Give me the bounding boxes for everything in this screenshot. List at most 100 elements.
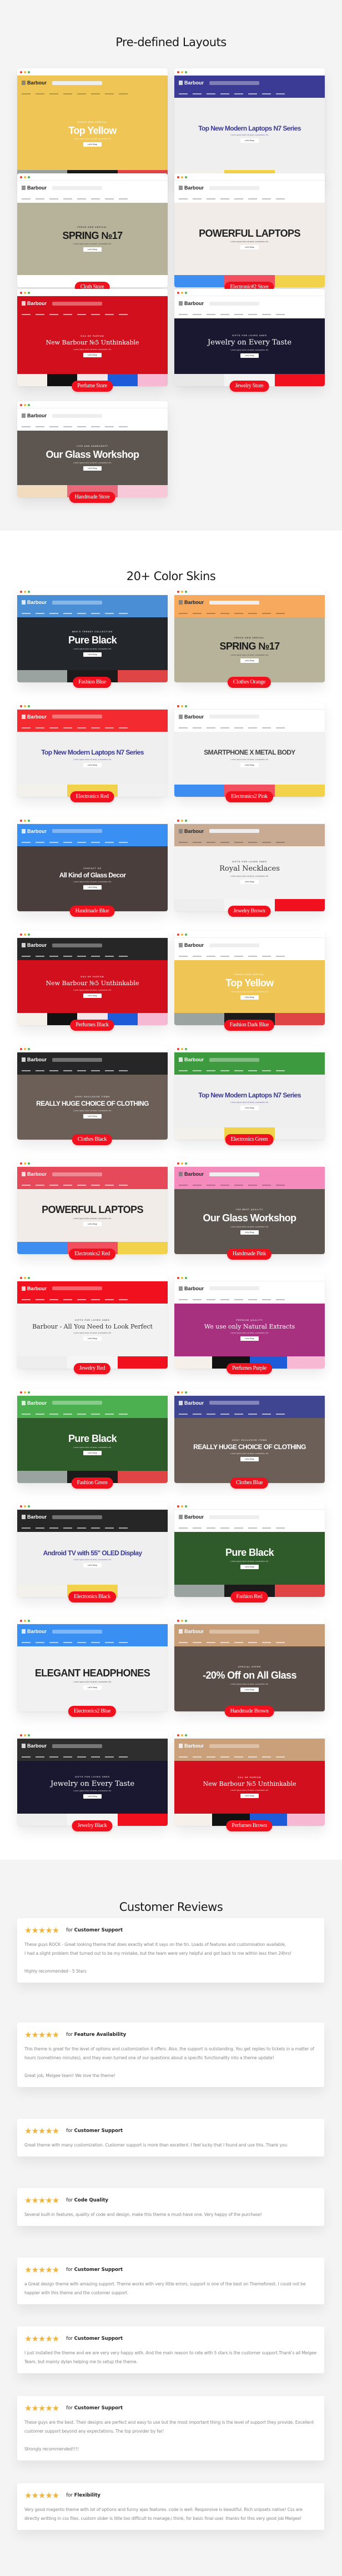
demo-card-jewelry-black[interactable]: Gifts for loved ones Jewelry on Every Ta…: [17, 1731, 168, 1831]
demo-card-main-demo[interactable]: Fresh new arrival Top Yellow Lorem ipsum…: [17, 68, 168, 188]
demo-label-button[interactable]: Electronics Black: [68, 1591, 116, 1603]
demo-label-button[interactable]: Fashion Blue: [73, 677, 112, 688]
demo-card-electronic-2-store[interactable]: POWERFUL LAPTOPS Lorem ipsum dolor sit a…: [174, 173, 325, 293]
demo-label-button[interactable]: Electronics Green: [225, 1134, 274, 1146]
demo-card-clothes-black[interactable]: 2000+ exclusive items REALLY HUGE CHOICE…: [17, 1045, 168, 1146]
demo-label-button[interactable]: Clothes Blue: [230, 1477, 269, 1489]
section-title-skins: 20+ Color Skins: [126, 570, 216, 583]
site-logo: Barbour: [22, 1743, 47, 1749]
demo-label-button[interactable]: Fashion Red: [230, 1591, 268, 1603]
brand-name: Barbour: [27, 1743, 47, 1749]
review-header: ★★★★★ for Customer Support: [24, 2333, 317, 2345]
window-minimize-dot-icon: [181, 71, 183, 73]
site-nav: [174, 1639, 325, 1647]
demo-card-handmade-blue[interactable]: Contact us All Kind of Glass Decor Lorem…: [17, 816, 168, 917]
demo-card-jewelry-red[interactable]: Gifts for loved ones Barbour - All You N…: [17, 1274, 168, 1374]
site-logo: Barbour: [22, 1514, 47, 1520]
demo-label-button[interactable]: Perfume Store: [72, 381, 113, 392]
browser-chrome: [174, 702, 325, 710]
demo-card-fashion-red[interactable]: Pure Black Lorem ipsum dolor sit amet, c…: [174, 1502, 325, 1603]
hero-shop-button: Let's Shop: [83, 885, 102, 890]
hero-headline: SPRING №17: [62, 229, 123, 241]
demo-card-handmade-pink[interactable]: The best quality Our Glass Workshop Lore…: [174, 1160, 325, 1260]
demo-label-button[interactable]: Fashion Dark Blue: [224, 1020, 275, 1031]
site-header: Barbour: [17, 408, 168, 423]
demo-card-electronics2-pink[interactable]: SMARTPHONE X METAL BODY Lorem ipsum dolo…: [174, 702, 325, 802]
demo-label-button[interactable]: Handmade Pink: [227, 1249, 272, 1260]
search-bar: [52, 186, 103, 190]
demo-card-jewelry-store[interactable]: Gifts for loved ones Jewelry on Every Ta…: [174, 289, 325, 392]
demo-label-button[interactable]: Jewelry Store: [229, 381, 269, 392]
demo-screenshot: ELEGANT HEADPHONES Lorem ipsum dolor sit…: [17, 1624, 168, 1712]
browser-chrome: [174, 68, 325, 76]
brand-name: Barbour: [184, 600, 204, 605]
review-header: ★★★★★ for Customer Support: [24, 2402, 317, 2414]
hero-kicker: Fresh new arrival: [77, 226, 108, 228]
demo-card-fashion-dark-blue[interactable]: Fresh new arrival Top Yellow Lorem ipsum…: [174, 931, 325, 1031]
demo-card-electronics2-red[interactable]: POWERFUL LAPTOPS Lorem ipsum dolor sit a…: [17, 1160, 168, 1260]
demo-label-button[interactable]: Jewelry Black: [72, 1820, 113, 1831]
demo-card-handmade-store[interactable]: Live and handcraft Our Glass Workshop Lo…: [17, 401, 168, 503]
site-logo: Barbour: [179, 1743, 204, 1749]
demo-screenshot: Top New Modern Laptops N7 Series Lorem i…: [174, 1052, 325, 1140]
window-maximize-dot-icon: [185, 1734, 187, 1736]
search-bar: [209, 1515, 260, 1519]
demo-card-electronics-black[interactable]: Android TV with 55" OLED Display Lorem i…: [17, 1502, 168, 1603]
demo-card-electronic-store[interactable]: Top New Modern Laptops N7 Series Lorem i…: [174, 68, 325, 188]
demo-label-button[interactable]: Electronics2 Pink: [225, 791, 273, 802]
demo-label-button[interactable]: Perfumes Purple: [227, 1362, 272, 1374]
logo-icon: [179, 81, 183, 85]
hero-headline: Pure Black: [68, 1432, 117, 1444]
demo-card-cloth-store[interactable]: Fresh new arrival SPRING №17 Lorem ipsum…: [17, 173, 168, 293]
window-minimize-dot-icon: [181, 1734, 183, 1736]
demo-card-perfumes-black[interactable]: Eau de parfum New Barbour №5 Unthinkable…: [17, 931, 168, 1031]
brand-name: Barbour: [27, 600, 47, 605]
brand-name: Barbour: [184, 185, 204, 191]
demo-label-button[interactable]: Fashion Green: [71, 1477, 113, 1489]
window-maximize-dot-icon: [185, 292, 187, 294]
demo-screenshot: Men's trendy collection Pure Black Lorem…: [17, 595, 168, 682]
hero-subtext: Lorem ipsum dolor sit amet, consectetur …: [230, 875, 269, 877]
demo-label-button[interactable]: Jewelry Red: [73, 1362, 111, 1374]
demo-screenshot: 2000+ exclusive items REALLY HUGE CHOICE…: [17, 1052, 168, 1140]
demo-card-clothes-orange[interactable]: Fresh new arrival SPRING №17 Lorem ipsum…: [174, 588, 325, 688]
demo-label-button[interactable]: Electronics2 Red: [69, 1249, 115, 1260]
demo-card-jewelry-brown[interactable]: Gifts for loved ones Royal Necklaces Lor…: [174, 816, 325, 917]
demo-label-button[interactable]: Clothes Orange: [227, 677, 271, 688]
site-logo: Barbour: [179, 1514, 204, 1520]
demo-label-button[interactable]: Clothes Black: [72, 1134, 113, 1146]
hero-subtext: Lorem ipsum dolor sit amet, consectetur …: [73, 348, 112, 351]
site-header: Barbour: [174, 1167, 325, 1181]
demo-card-perfume-store[interactable]: Eau de parfum New Barbour №5 Unthinkable…: [17, 289, 168, 392]
window-maximize-dot-icon: [28, 705, 30, 707]
window-maximize-dot-icon: [185, 1505, 187, 1508]
demo-label-button[interactable]: Jewelry Brown: [228, 905, 271, 917]
demo-card-fashion-blue[interactable]: Men's trendy collection Pure Black Lorem…: [17, 588, 168, 688]
demo-card-perfumes-purple[interactable]: Premium quality We use only Natural Extr…: [174, 1274, 325, 1374]
hero-subtext: Lorem ipsum dolor sit amet, consectetur …: [230, 1225, 269, 1228]
window-minimize-dot-icon: [24, 1048, 26, 1051]
demo-card-handmade-brown[interactable]: Special offer -20% Off on All Glass Lore…: [174, 1617, 325, 1718]
browser-chrome: [174, 1045, 325, 1053]
demo-label-button[interactable]: Handmade Store: [69, 492, 115, 503]
window-close-dot-icon: [177, 591, 179, 593]
demo-screenshot: Top New Modern Laptops N7 Series Lorem i…: [174, 76, 325, 182]
demo-card-perfumes-brown[interactable]: Eau de parfum New Barbour №5 Unthinkable…: [174, 1731, 325, 1831]
site-logo: Barbour: [179, 80, 204, 86]
window-close-dot-icon: [20, 1162, 22, 1165]
demo-card-electronics2-blue[interactable]: ELEGANT HEADPHONES Lorem ipsum dolor sit…: [17, 1617, 168, 1718]
demo-label-button[interactable]: Perfumes Black: [70, 1020, 114, 1031]
demo-card-electronics-red[interactable]: Top New Modern Laptops N7 Series Lorem i…: [17, 702, 168, 802]
logo-icon: [22, 1400, 26, 1405]
hero-banner: Gifts for loved ones Royal Necklaces Lor…: [174, 846, 325, 899]
hero-subtext: Lorem ipsum dolor sit amet, consectetur …: [73, 647, 112, 650]
demo-label-button[interactable]: Electronics2 Blue: [68, 1706, 117, 1718]
demo-card-clothes-blue[interactable]: 2000+ exclusive items REALLY HUGE CHOICE…: [174, 1388, 325, 1489]
demo-label-button[interactable]: Perfumes Brown: [226, 1820, 273, 1831]
demo-card-fashion-green[interactable]: Pure Black Lorem ipsum dolor sit amet, c…: [17, 1388, 168, 1489]
demo-label-button[interactable]: Handmade Blue: [69, 905, 115, 917]
demo-card-electronics-green[interactable]: Top New Modern Laptops N7 Series Lorem i…: [174, 1045, 325, 1146]
brand-name: Barbour: [27, 942, 47, 948]
demo-label-button[interactable]: Electronics Red: [70, 791, 114, 802]
demo-label-button[interactable]: Handmade Brown: [224, 1706, 274, 1718]
